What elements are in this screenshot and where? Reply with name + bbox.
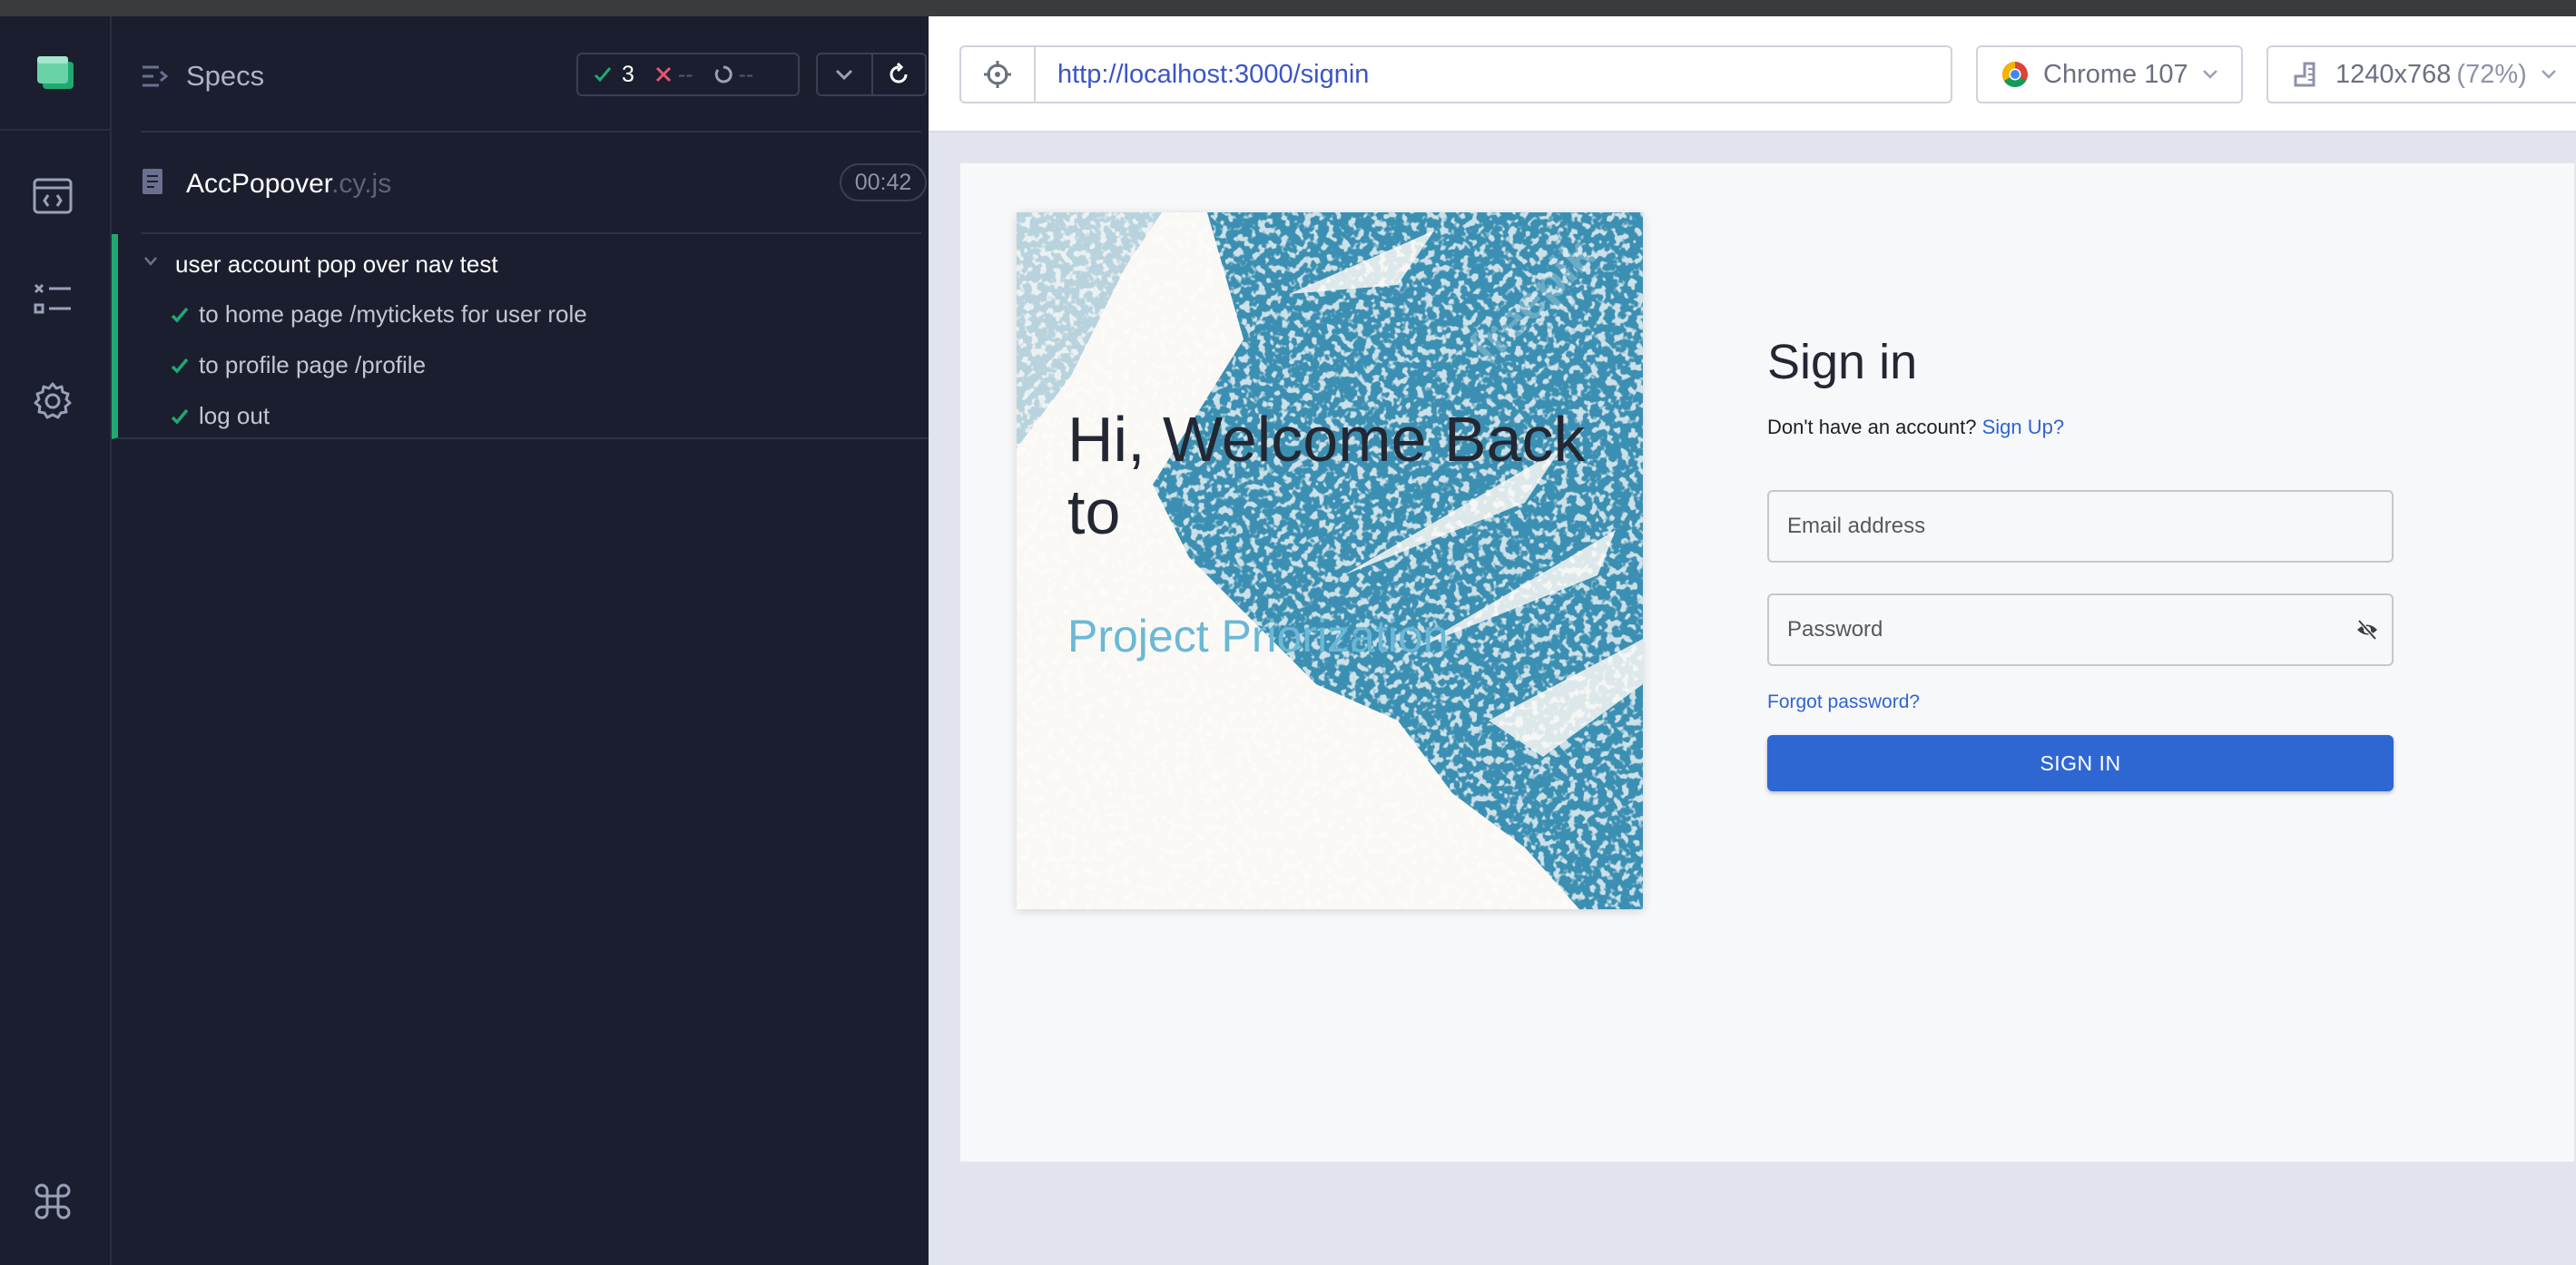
browser-selector[interactable]: Chrome 107: [1976, 45, 2243, 103]
eye-off-icon[interactable]: [2355, 619, 2379, 641]
chrome-icon: [2002, 62, 2028, 87]
runs-nav-icon[interactable]: [27, 274, 78, 325]
pending-spinner-icon: [714, 65, 732, 83]
url-bar: http://localhost:3000/signin: [959, 45, 1952, 103]
spec-file-extension: .cy.js: [331, 169, 392, 199]
specs-list-icon: [143, 65, 169, 87]
pending-count: --: [738, 61, 754, 87]
paint-splash-background: freepik: [1017, 212, 1643, 909]
test-label: log out: [199, 402, 270, 429]
email-input[interactable]: [1769, 492, 2392, 561]
specs-header: Specs 3 -- --: [141, 16, 927, 132]
failed-count: --: [677, 61, 693, 87]
keyboard-shortcuts-icon[interactable]: [34, 1183, 71, 1224]
x-icon: [655, 66, 671, 83]
window-top-bar: [0, 0, 2576, 16]
file-icon: [143, 169, 162, 194]
chevron-down-icon: [2202, 70, 2217, 79]
spec-file-header[interactable]: AccPopover.cy.js 00:42: [141, 132, 927, 234]
test-label: to home page /mytickets for user role: [199, 300, 587, 328]
email-field[interactable]: [1767, 490, 2394, 563]
expand-collapse-button[interactable]: [818, 54, 871, 94]
test-item[interactable]: log out: [166, 402, 270, 430]
chevron-down-icon: [2541, 70, 2556, 79]
viewport-selector[interactable]: 1240x768 (72%): [2266, 45, 2576, 103]
forgot-password-link[interactable]: Forgot password?: [1767, 691, 2394, 713]
reporter-panel: Specs 3 -- -- AccPopover.cy.js 00:42 use…: [112, 16, 929, 1265]
passed-count: 3: [622, 61, 634, 87]
test-item[interactable]: to profile page /profile: [166, 351, 426, 379]
browser-name: Chrome 107: [2043, 59, 2188, 89]
specs-nav-icon[interactable]: [27, 171, 78, 221]
spec-file-name: AccPopover.cy.js: [186, 169, 391, 200]
viewport-ruler-icon: [2294, 62, 2315, 87]
signin-form: Sign in Don't have an account? Sign Up? …: [1767, 334, 2394, 791]
check-icon: [594, 67, 612, 83]
app-under-test: freepik Hi, Welcome Back to Project Prio…: [959, 162, 2576, 1163]
check-icon: [171, 408, 189, 425]
crosshair-icon: [984, 61, 1011, 88]
test-label: to profile page /profile: [199, 351, 427, 378]
app-logo-icon: [36, 56, 74, 89]
no-account-line: Don't have an account? Sign Up?: [1767, 416, 2394, 439]
specs-title[interactable]: Specs: [186, 60, 264, 93]
check-icon: [171, 358, 189, 374]
selector-playground-button[interactable]: [961, 47, 1036, 102]
password-field[interactable]: [1767, 593, 2394, 666]
no-account-text: Don't have an account?: [1767, 416, 1977, 438]
chevron-down-icon[interactable]: [143, 256, 158, 267]
pending-stat: --: [713, 61, 754, 88]
passed-stat: 3: [593, 62, 634, 88]
signin-button[interactable]: SIGN IN: [1767, 735, 2394, 791]
side-navigation: [0, 16, 112, 1265]
hero-title: Hi, Welcome Back to: [1067, 404, 1586, 547]
test-item[interactable]: to home page /mytickets for user role: [166, 300, 587, 329]
settings-nav-icon[interactable]: [27, 376, 78, 427]
refresh-icon: [890, 63, 908, 83]
signup-link[interactable]: Sign Up?: [1982, 416, 2065, 438]
app-preview-area: http://localhost:3000/signin Chrome 107 …: [929, 16, 2576, 1265]
browser-toolbar: http://localhost:3000/signin Chrome 107 …: [929, 16, 2576, 132]
duration-badge: 00:42: [840, 163, 927, 201]
viewport-size: 1240x768: [2335, 59, 2452, 89]
chevron-down-icon: [836, 69, 853, 81]
check-icon: [171, 307, 189, 323]
suite-title[interactable]: user account pop over nav test: [175, 250, 498, 279]
test-stats: 3 -- --: [576, 53, 800, 96]
rerun-button[interactable]: [870, 54, 925, 94]
spec-file-basename: AccPopover: [186, 169, 332, 199]
test-suite: user account pop over nav test to home p…: [112, 234, 929, 439]
run-controls: [816, 53, 927, 96]
viewport-scale: (72%): [2456, 59, 2527, 89]
failed-stat: --: [654, 62, 693, 88]
welcome-hero-card: freepik Hi, Welcome Back to Project Prio…: [1017, 212, 1643, 909]
password-input[interactable]: [1769, 595, 2392, 664]
hero-subtitle: Project Priorization: [1067, 611, 1449, 662]
url-text[interactable]: http://localhost:3000/signin: [1036, 47, 1369, 102]
cypress-logo[interactable]: [0, 16, 110, 131]
signin-heading: Sign in: [1767, 335, 1918, 389]
